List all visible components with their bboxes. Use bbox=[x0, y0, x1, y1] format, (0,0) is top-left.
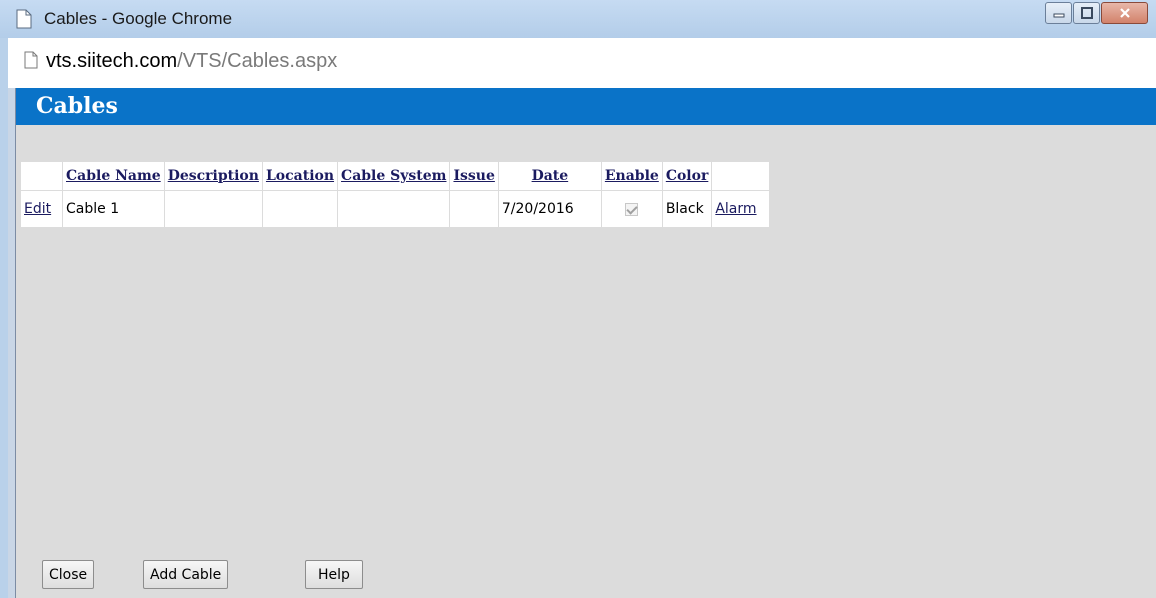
page-icon bbox=[16, 9, 32, 29]
page-title: Cables bbox=[36, 93, 118, 119]
description-cell bbox=[163, 190, 263, 228]
page-header: Cables bbox=[16, 88, 1156, 125]
column-header-date[interactable]: Date bbox=[497, 161, 602, 191]
address-bar[interactable]: vts.siitech.com/VTS/Cables.aspx bbox=[8, 38, 1156, 88]
column-header-enable[interactable]: Enable bbox=[600, 161, 663, 191]
window-controls bbox=[1044, 2, 1148, 24]
date-cell: 7/20/2016 bbox=[497, 190, 602, 228]
column-header-issue[interactable]: Issue bbox=[449, 161, 499, 191]
help-button[interactable]: Help bbox=[305, 560, 363, 589]
browser-window: Cables - Google Chrome vts.siitech.com/V… bbox=[0, 0, 1156, 598]
column-header-cable-system[interactable]: Cable System bbox=[337, 161, 451, 191]
cable-system-cell bbox=[337, 190, 451, 228]
table-header-row: Cable Name Description Location Cable Sy… bbox=[20, 161, 771, 191]
alarm-link[interactable]: Alarm bbox=[715, 201, 756, 217]
edit-link[interactable]: Edit bbox=[24, 201, 51, 217]
minimize-icon bbox=[1053, 13, 1064, 18]
maximize-icon bbox=[1080, 7, 1093, 19]
url-host: vts.siitech.com bbox=[46, 50, 178, 72]
page-icon bbox=[24, 51, 38, 69]
add-cable-button[interactable]: Add Cable bbox=[143, 560, 229, 589]
cable-name-cell: Cable 1 bbox=[62, 190, 165, 228]
issue-cell bbox=[449, 190, 499, 228]
column-header-alarm bbox=[711, 161, 771, 191]
column-header-location[interactable]: Location bbox=[261, 161, 339, 191]
column-header-color[interactable]: Color bbox=[661, 161, 713, 191]
color-cell: Black bbox=[661, 190, 713, 228]
cables-table: Cable Name Description Location Cable Sy… bbox=[20, 161, 771, 228]
window-titlebar: Cables - Google Chrome bbox=[0, 0, 1156, 38]
column-header-description[interactable]: Description bbox=[163, 161, 263, 191]
column-header-edit bbox=[20, 161, 63, 191]
close-button[interactable]: Close bbox=[42, 560, 95, 589]
column-header-cable-name[interactable]: Cable Name bbox=[62, 161, 165, 191]
window-left-edge bbox=[8, 88, 16, 598]
location-cell bbox=[261, 190, 339, 228]
close-window-button[interactable] bbox=[1101, 2, 1148, 24]
window-title: Cables - Google Chrome bbox=[44, 9, 233, 28]
enable-cell bbox=[600, 190, 663, 228]
enable-checkbox[interactable] bbox=[625, 202, 639, 216]
edit-cell: Edit bbox=[20, 190, 63, 228]
page-content: Cables Cable Name Description Location C… bbox=[8, 88, 1156, 598]
url-path: /VTS/Cables.aspx bbox=[177, 50, 338, 72]
minimize-button[interactable] bbox=[1045, 2, 1072, 24]
maximize-button[interactable] bbox=[1073, 2, 1100, 24]
url-text: vts.siitech.com/VTS/Cables.aspx bbox=[46, 50, 337, 73]
alarm-cell: Alarm bbox=[711, 190, 771, 228]
table-row: Edit Cable 1 7/20/2016 Black Alarm bbox=[20, 190, 771, 228]
close-icon bbox=[1119, 8, 1130, 18]
